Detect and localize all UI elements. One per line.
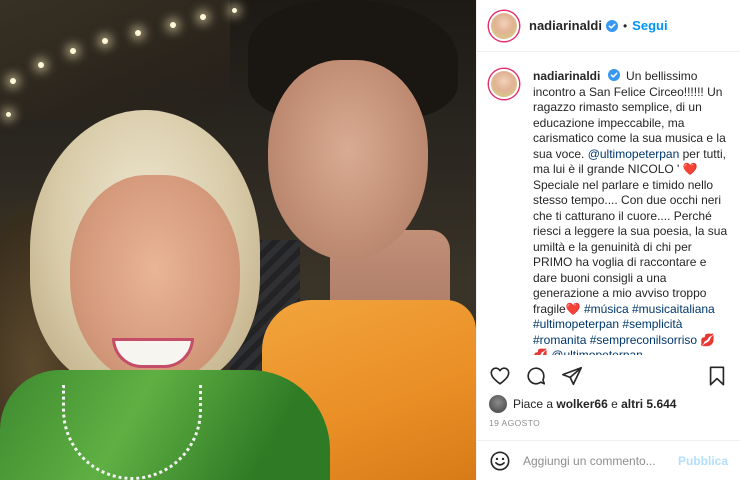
- hashtag-link[interactable]: #musicaitaliana: [632, 302, 715, 316]
- photo-light: [10, 78, 16, 84]
- photo-light: [70, 48, 76, 54]
- mention-link[interactable]: @ultimopeterpan: [551, 348, 643, 355]
- bookmark-icon[interactable]: [706, 365, 728, 387]
- photo-light: [38, 62, 44, 68]
- verified-badge-icon: [607, 69, 620, 81]
- caption-username[interactable]: nadiarinaldi: [533, 69, 600, 83]
- hashtag-link[interactable]: #semplicità: [622, 317, 682, 331]
- photo-light: [232, 8, 237, 13]
- header-username[interactable]: nadiarinaldi: [529, 18, 602, 33]
- hashtag-link[interactable]: #ultimopeterpan: [533, 317, 619, 331]
- publish-button[interactable]: Pubblica: [678, 454, 728, 468]
- post-photo[interactable]: [0, 0, 476, 480]
- post-header: nadiarinaldi • Segui: [477, 0, 740, 52]
- likes-others[interactable]: altri 5.644: [621, 397, 676, 411]
- emoji-icon[interactable]: [489, 450, 511, 472]
- heart-icon[interactable]: [489, 365, 511, 387]
- hashtag-link[interactable]: #sempreconilsorriso: [590, 333, 697, 347]
- photo-light: [102, 38, 108, 44]
- likes-prefix: Piace a: [513, 397, 554, 411]
- caption-body: Un bellissimo incontro a San Felice Circ…: [533, 69, 727, 355]
- photo-man-face: [268, 60, 428, 260]
- photo-light: [6, 112, 11, 117]
- caption-text: nadiarinaldi Un bellissimo incontro a Sa…: [533, 69, 728, 355]
- avatar[interactable]: [489, 69, 519, 99]
- verified-badge-icon: [605, 19, 618, 32]
- caption-area[interactable]: nadiarinaldi Un bellissimo incontro a Sa…: [477, 53, 740, 355]
- comment-input[interactable]: [522, 453, 678, 468]
- liker-avatar[interactable]: [489, 395, 507, 413]
- likes-user[interactable]: wolker66: [556, 397, 607, 411]
- hashtag-link[interactable]: #música: [584, 302, 629, 316]
- post-date[interactable]: 19 AGOSTO: [489, 418, 540, 428]
- photo-background-canopy: [0, 0, 230, 120]
- post-actions: [489, 362, 728, 390]
- hashtag-link[interactable]: #romanita: [533, 333, 586, 347]
- likes-middle: e: [607, 397, 622, 411]
- comment-icon[interactable]: [525, 365, 547, 387]
- photo-light: [135, 30, 141, 36]
- post-sidebar: nadiarinaldi • Segui nadiarinaldi Un bel…: [476, 0, 740, 480]
- separator-dot: •: [622, 18, 628, 33]
- caption-segment: per tutti, ma lui è il grande NICOLO ' ❤…: [533, 146, 728, 316]
- likes-summary: Piace a wolker66 e altri 5.644: [489, 395, 728, 413]
- comment-bar: Pubblica: [477, 440, 740, 480]
- caption-row: nadiarinaldi Un bellissimo incontro a Sa…: [489, 69, 728, 355]
- follow-button[interactable]: Segui: [632, 18, 667, 33]
- avatar[interactable]: [489, 10, 519, 41]
- share-icon[interactable]: [561, 365, 583, 387]
- photo-light: [170, 22, 176, 28]
- mention-link[interactable]: @ultimopeterpan: [588, 147, 680, 161]
- photo-light: [200, 14, 206, 20]
